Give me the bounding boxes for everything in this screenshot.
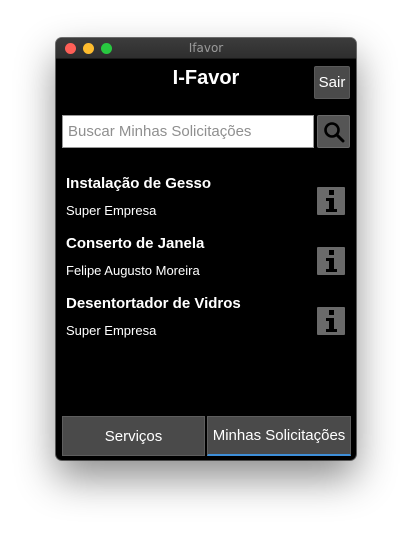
app-window: Ifavor I-Favor Sair Instalação de Gesso …	[56, 38, 356, 460]
info-button[interactable]	[317, 247, 345, 275]
info-button[interactable]	[317, 307, 345, 335]
logout-button[interactable]: Sair	[314, 66, 350, 99]
title-bar: Ifavor	[56, 38, 356, 59]
tab-minhas-solicitacoes[interactable]: Minhas Solicitações	[207, 416, 351, 456]
request-title: Desentortador de Vidros	[66, 295, 241, 312]
request-provider: Super Empresa	[66, 323, 157, 338]
search-button[interactable]	[317, 115, 350, 148]
search-input[interactable]	[62, 115, 314, 148]
tab-servicos[interactable]: Serviços	[62, 416, 205, 456]
request-title: Instalação de Gesso	[66, 175, 212, 192]
request-title: Conserto de Janela	[66, 235, 205, 252]
info-icon	[326, 190, 337, 212]
request-provider: Super Empresa	[66, 203, 157, 218]
search-icon	[323, 121, 344, 142]
info-icon	[326, 310, 337, 332]
page-title: I-Favor	[172, 67, 240, 89]
window-title: Ifavor	[188, 41, 224, 55]
request-provider: Felipe Augusto Moreira	[66, 263, 200, 278]
info-button[interactable]	[317, 187, 345, 215]
info-icon	[326, 250, 337, 272]
